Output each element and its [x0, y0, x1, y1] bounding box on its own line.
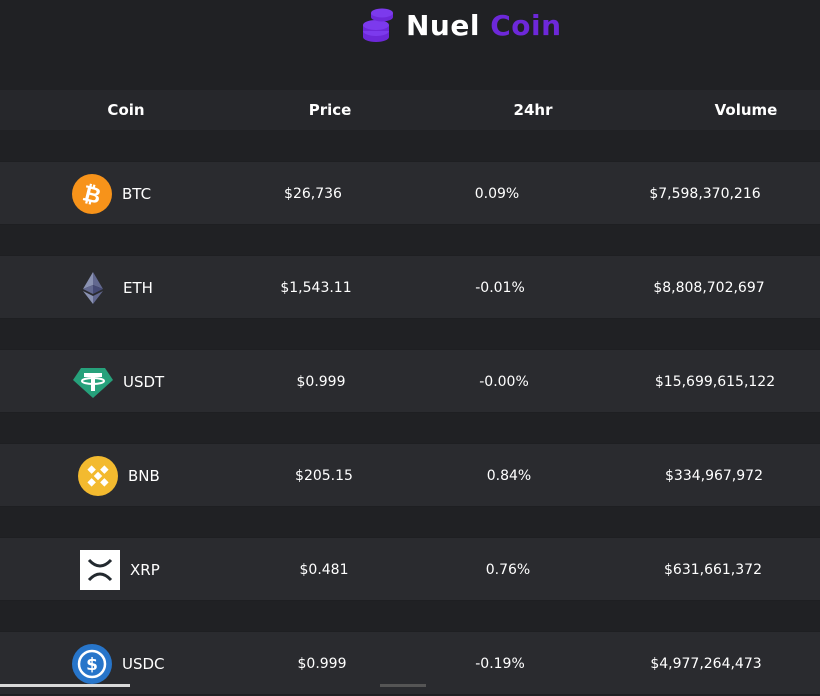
volume-cell: $334,967,972: [665, 468, 763, 484]
coin-cell: ₿ BTC: [72, 162, 151, 226]
brand-name: Nuel: [406, 9, 480, 42]
bitcoin-icon: ₿: [72, 174, 112, 214]
volume-cell: $7,598,370,216: [649, 186, 761, 202]
change-cell: 0.09%: [474, 186, 520, 202]
coin-cell: BNB: [78, 444, 160, 508]
coin-cell: ETH: [73, 256, 153, 320]
bnb-icon: [78, 456, 118, 496]
xrp-icon: [80, 550, 120, 590]
table-row-bnb[interactable]: BNB $205.15 0.84% $334,967,972: [0, 443, 820, 507]
header-24hr: 24hr: [513, 101, 553, 119]
volume-cell: $631,661,372: [664, 562, 762, 578]
tether-icon: [73, 368, 113, 398]
brand-header: Nuel Coin: [360, 8, 562, 44]
change-cell: 0.84%: [486, 468, 532, 484]
header-price: Price: [308, 101, 352, 119]
price-cell: $0.481: [299, 562, 349, 578]
coin-symbol: USDT: [123, 373, 165, 391]
coin-cell: USDT: [73, 350, 164, 414]
change-cell: -0.01%: [475, 280, 525, 296]
price-cell: $26,736: [284, 186, 342, 202]
volume-cell: $15,699,615,122: [654, 374, 776, 390]
svg-text:$: $: [86, 655, 98, 675]
volume-cell: $8,808,702,697: [653, 280, 765, 296]
coin-cell: XRP: [80, 538, 160, 602]
change-cell: -0.00%: [479, 374, 529, 390]
coin-symbol: ETH: [123, 279, 153, 297]
coin-symbol: XRP: [130, 561, 160, 579]
header-coin: Coin: [107, 101, 145, 119]
table-header: Coin Price 24hr Volume: [0, 90, 820, 130]
coin-symbol: BNB: [128, 467, 160, 485]
ethereum-icon: [83, 272, 103, 304]
table-row-xrp[interactable]: XRP $0.481 0.76% $631,661,372: [0, 537, 820, 601]
usdc-icon: $: [72, 644, 112, 684]
change-cell: 0.76%: [485, 562, 531, 578]
price-cell: $205.15: [295, 468, 353, 484]
coin-symbol: BTC: [122, 185, 152, 203]
brand-accent: Coin: [490, 9, 562, 42]
table-row-btc[interactable]: ₿ BTC $26,736 0.09% $7,598,370,216: [0, 161, 820, 225]
brand-title: Nuel Coin: [406, 8, 562, 44]
table-row-eth[interactable]: ETH $1,543.11 -0.01% $8,808,702,697: [0, 255, 820, 319]
price-cell: $0.999: [296, 374, 346, 390]
table-row-usdt[interactable]: USDT $0.999 -0.00% $15,699,615,122: [0, 349, 820, 413]
coin-symbol: USDC: [122, 655, 165, 673]
header-volume: Volume: [714, 101, 778, 119]
coins-stack-icon: [363, 8, 393, 42]
price-cell: $1,543.11: [280, 280, 352, 296]
